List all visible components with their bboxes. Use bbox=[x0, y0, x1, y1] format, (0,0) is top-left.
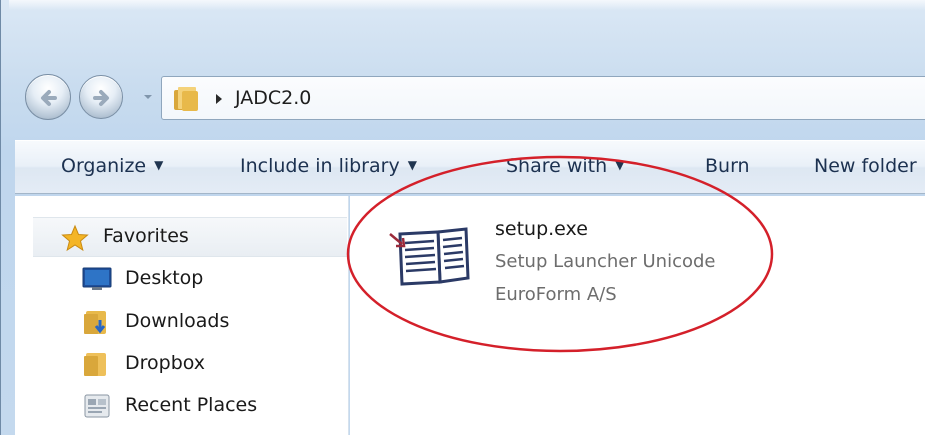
organize-label: Organize bbox=[61, 155, 147, 177]
organize-button[interactable]: Organize ▼ bbox=[61, 155, 163, 177]
forward-button[interactable] bbox=[79, 75, 123, 119]
downloads-folder-icon bbox=[84, 311, 106, 334]
sidebar-item-label: Dropbox bbox=[125, 352, 206, 374]
file-name: setup.exe bbox=[495, 218, 588, 240]
favorites-label: Favorites bbox=[103, 225, 189, 247]
folder-icon bbox=[174, 87, 198, 111]
file-company: EuroForm A/S bbox=[495, 284, 617, 305]
back-arrow-icon bbox=[41, 90, 57, 106]
explorer-window: JADC2.0 Organize ▼ Include in library ▼ Sh… bbox=[0, 0, 925, 435]
desktop-icon bbox=[82, 267, 112, 290]
sidebar-item-label: Downloads bbox=[125, 310, 230, 332]
navigation-pane: Favorites Desktop Downloads Dropbox Rece… bbox=[15, 196, 349, 435]
breadcrumb-item[interactable]: JADC2.0 bbox=[235, 87, 311, 109]
dropdown-arrow-icon: ▼ bbox=[154, 158, 164, 172]
new-folder-button[interactable]: New folder bbox=[814, 155, 917, 177]
forward-arrow-icon bbox=[93, 90, 109, 106]
recent-places-icon bbox=[84, 394, 110, 418]
star-icon bbox=[61, 224, 89, 252]
new-folder-label: New folder bbox=[814, 155, 917, 177]
file-description: Setup Launcher Unicode bbox=[495, 251, 716, 272]
address-bar[interactable]: JADC2.0 bbox=[161, 76, 925, 120]
setup-installer-icon bbox=[389, 227, 470, 286]
content-pane: setup.exe Setup Launcher Unicode EuroFor… bbox=[346, 155, 925, 435]
recent-pages-dropdown[interactable] bbox=[141, 88, 155, 106]
back-button[interactable] bbox=[25, 74, 71, 120]
breadcrumb-separator-icon[interactable] bbox=[214, 92, 224, 106]
favorites-header[interactable]: Favorites bbox=[33, 217, 347, 257]
sidebar-item-label: Desktop bbox=[125, 267, 204, 289]
sidebar-item-label: Recent Places bbox=[125, 394, 258, 416]
folder-icon bbox=[84, 353, 106, 376]
chevron-down-icon bbox=[144, 95, 152, 99]
